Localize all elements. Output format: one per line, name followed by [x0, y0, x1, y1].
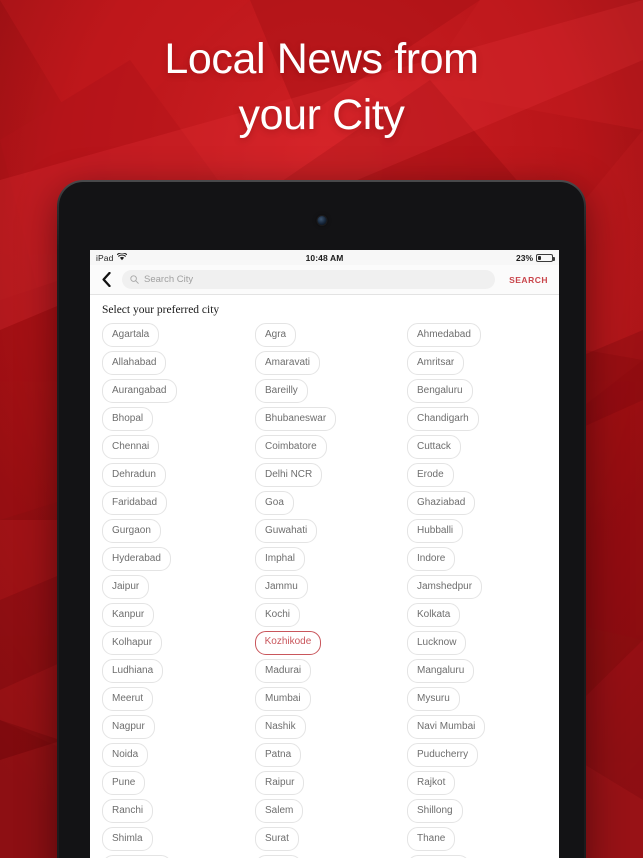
city-chip[interactable]: Raipur [255, 771, 305, 795]
city-chip[interactable]: Hyderabad [102, 547, 171, 571]
city-chip[interactable]: Delhi NCR [255, 463, 323, 487]
page-title: Select your preferred city [102, 304, 220, 316]
battery-percent-label: 23% [515, 252, 533, 263]
city-chip[interactable]: Ghaziabad [407, 491, 476, 515]
search-button[interactable]: SEARCH [503, 275, 551, 285]
city-chip[interactable]: Ludhiana [102, 659, 164, 683]
city-chip[interactable]: Nagpur [102, 715, 155, 739]
city-chip[interactable]: Allahabad [102, 351, 167, 375]
city-chip[interactable]: Hubballi [407, 519, 464, 543]
city-chip[interactable]: Pune [102, 771, 146, 795]
city-chip[interactable]: Lucknow [407, 631, 467, 655]
status-bar-time: 10:48 AM [305, 252, 344, 263]
city-chip[interactable]: Jamshedpur [407, 575, 483, 599]
city-chip[interactable]: Shillong [407, 799, 463, 823]
city-chip[interactable]: Indore [407, 547, 456, 571]
city-chip-selected[interactable]: Kozhikode [255, 631, 321, 655]
search-navbar: Search City SEARCH [90, 265, 559, 295]
search-input-placeholder: Search City [144, 274, 194, 285]
front-camera-icon [317, 216, 326, 225]
city-chip[interactable]: Shimla [102, 827, 153, 851]
city-chip[interactable]: Bengaluru [407, 379, 473, 403]
city-chip[interactable]: Thane [407, 827, 456, 851]
city-chip[interactable]: Ranchi [102, 799, 154, 823]
city-chip[interactable]: Bhopal [102, 407, 154, 431]
city-chip[interactable]: Mysuru [407, 687, 460, 711]
battery-fill [538, 255, 542, 260]
city-chip[interactable]: Bhubaneswar [255, 407, 337, 431]
city-chip[interactable]: Cuttack [407, 435, 461, 459]
city-chip[interactable]: Bareilly [255, 379, 308, 403]
city-chip[interactable]: Noida [102, 743, 149, 767]
city-chip[interactable]: Chandigarh [407, 407, 479, 431]
city-chip[interactable]: Amritsar [407, 351, 465, 375]
city-chip[interactable]: Mangaluru [407, 659, 475, 683]
city-chip[interactable]: Rajkot [407, 771, 456, 795]
city-chip[interactable]: Chennai [102, 435, 160, 459]
city-chip[interactable]: Jammu [255, 575, 308, 599]
city-chip[interactable]: Dehradun [102, 463, 166, 487]
city-chip[interactable]: Guwahati [255, 519, 318, 543]
city-chip[interactable]: Patna [255, 743, 302, 767]
city-chip-grid: Agartala Agra Ahmedabad Allahabad Amaravati A… [90, 323, 559, 858]
search-input[interactable]: Search City [122, 270, 496, 289]
device-screen: iPad 10:48 AM 23% Search City SEARCH Sel… [90, 250, 559, 858]
city-chip[interactable]: Surat [255, 827, 299, 851]
city-chip[interactable]: Erode [407, 463, 454, 487]
status-bar-right: 23% [515, 252, 555, 263]
screenshot-stage: Local News from your City iPad 10:48 AM … [0, 0, 643, 858]
city-chip[interactable]: Navi Mumbai [407, 715, 486, 739]
city-chip[interactable]: Agra [255, 323, 297, 347]
city-chip[interactable]: Mumbai [255, 687, 311, 711]
chevron-left-icon [101, 272, 111, 287]
city-chip[interactable]: Ahmedabad [407, 323, 481, 347]
city-chip[interactable]: Kolhapur [102, 631, 163, 655]
city-chip[interactable]: Puducherry [407, 743, 479, 767]
city-chip[interactable]: Nashik [255, 715, 306, 739]
city-chip[interactable]: Coimbatore [255, 435, 327, 459]
city-picker-panel: Select your preferred city Agartala Agra A… [90, 295, 559, 858]
city-chip[interactable]: Goa [255, 491, 294, 515]
city-chip[interactable]: Amaravati [255, 351, 321, 375]
city-chip[interactable]: Kolkata [407, 603, 461, 627]
back-button[interactable] [98, 269, 114, 291]
battery-icon [536, 253, 555, 262]
city-chip[interactable]: Madurai [255, 659, 312, 683]
city-chip[interactable]: Kanpur [102, 603, 155, 627]
tablet-device: iPad 10:48 AM 23% Search City SEARCH Sel… [53, 176, 590, 858]
status-bar: iPad 10:48 AM 23% [90, 250, 559, 265]
city-chip[interactable]: Jaipur [102, 575, 150, 599]
city-chip[interactable]: Aurangabad [102, 379, 177, 403]
city-chip[interactable]: Agartala [102, 323, 160, 347]
city-chip[interactable]: Meerut [102, 687, 154, 711]
search-icon [130, 271, 139, 289]
tablet-bezel: iPad 10:48 AM 23% Search City SEARCH Sel… [59, 182, 584, 858]
city-chip[interactable]: Gurgaon [102, 519, 161, 543]
city-chip[interactable]: Faridabad [102, 491, 168, 515]
city-chip[interactable]: Imphal [255, 547, 306, 571]
city-chip[interactable]: Salem [255, 799, 304, 823]
city-chip[interactable]: Kochi [255, 603, 301, 627]
